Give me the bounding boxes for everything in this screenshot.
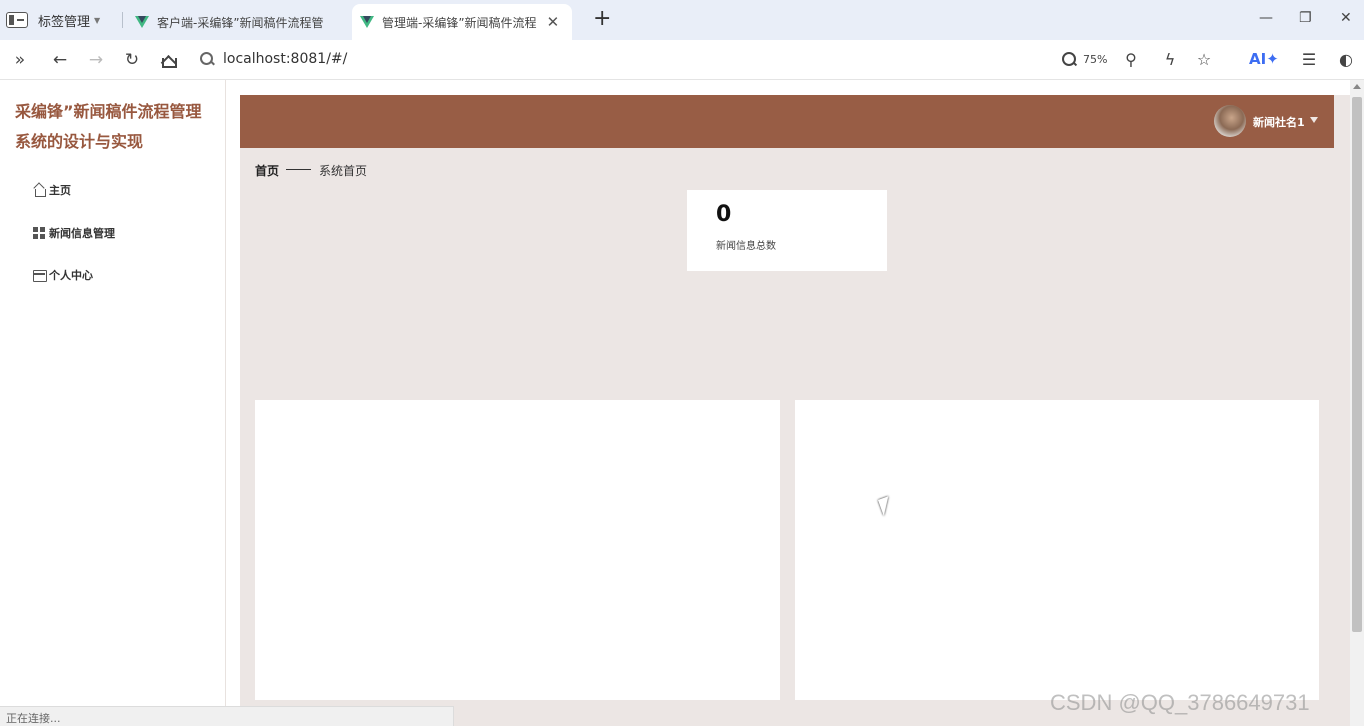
back-arrow-icon[interactable]: ← bbox=[50, 50, 70, 70]
extensions-icon[interactable]: ◐ bbox=[1336, 50, 1356, 69]
grid-icon bbox=[33, 227, 46, 239]
chart-panel-left bbox=[255, 400, 780, 700]
scrollbar-thumb[interactable] bbox=[1352, 97, 1362, 632]
sidebar: 采编锋”新闻稿件流程管理系统的设计与实现 主页 新闻信息管理 个人中心 bbox=[0, 80, 226, 726]
tab-title: 客户端-采编锋”新闻稿件流程管 bbox=[157, 15, 324, 30]
sidebar-item-label: 主页 bbox=[49, 184, 71, 197]
home-icon[interactable] bbox=[160, 52, 177, 68]
new-tab-button[interactable]: + bbox=[593, 8, 611, 30]
url-input[interactable]: localhost:8081/#/ bbox=[223, 51, 347, 67]
chart-panel-right bbox=[795, 400, 1319, 700]
tab-title: 管理端-采编锋”新闻稿件流程 bbox=[382, 15, 537, 30]
breadcrumb-current: 系统首页 bbox=[319, 164, 368, 178]
minimize-icon[interactable]: — bbox=[1259, 10, 1273, 26]
news-count-label: 新闻信息总数 bbox=[716, 241, 776, 252]
id-card-icon bbox=[33, 269, 47, 282]
tab-manager-button[interactable]: 标签管理 ▼ bbox=[6, 9, 100, 31]
avatar[interactable] bbox=[1214, 105, 1246, 137]
restore-icon[interactable]: ❐ bbox=[1299, 10, 1312, 26]
lightning-icon[interactable]: ϟ bbox=[1160, 50, 1180, 69]
sidebar-item-home[interactable]: 主页 bbox=[33, 182, 71, 198]
csdn-watermark: CSDN @QQ_3786649731 bbox=[1050, 690, 1310, 715]
breadcrumb-separator bbox=[286, 169, 311, 170]
forward-arrow-icon[interactable]: → bbox=[86, 50, 106, 70]
home-icon bbox=[33, 184, 46, 197]
key-icon[interactable]: ⚲ bbox=[1121, 50, 1141, 69]
sidebar-item-news-management[interactable]: 新闻信息管理 bbox=[33, 225, 115, 241]
tab-manager-icon bbox=[6, 12, 28, 28]
search-icon bbox=[200, 52, 214, 66]
chevron-down-icon: ▼ bbox=[94, 15, 101, 25]
main-content: 新闻社名1 首页 系统首页 0 新闻信息总数 bbox=[240, 95, 1350, 726]
vue-logo-icon bbox=[360, 16, 374, 28]
browser-tab-client[interactable]: 客户端-采编锋”新闻稿件流程管 bbox=[127, 4, 345, 40]
sidebar-item-label: 新闻信息管理 bbox=[49, 227, 115, 240]
news-count-value: 0 bbox=[716, 202, 732, 227]
ai-assistant-button[interactable]: AI✦ bbox=[1249, 50, 1279, 68]
username[interactable]: 新闻社名1 bbox=[1253, 114, 1305, 130]
top-header: 新闻社名1 bbox=[240, 95, 1334, 148]
browser-tab-bar: 标签管理 ▼ 客户端-采编锋”新闻稿件流程管 管理端-采编锋”新闻稿件流程 ✕ … bbox=[0, 0, 1364, 40]
tab-manager-label: 标签管理 bbox=[38, 14, 91, 30]
sidebar-item-label: 个人中心 bbox=[49, 269, 93, 282]
browser-status-bar: 正在连接... bbox=[0, 706, 454, 726]
sidebar-toggle-icon[interactable]: » bbox=[10, 50, 30, 70]
zoom-level: 75% bbox=[1083, 52, 1108, 66]
browser-tab-admin[interactable]: 管理端-采编锋”新闻稿件流程 ✕ bbox=[352, 4, 572, 40]
tab-separator bbox=[122, 12, 123, 28]
breadcrumb-home[interactable]: 首页 bbox=[255, 162, 279, 179]
sidebar-item-personal-center[interactable]: 个人中心 bbox=[33, 267, 93, 283]
caret-down-icon[interactable] bbox=[1310, 117, 1318, 123]
browser-address-bar: » ← → ↻ localhost:8081/#/ 75% ⚲ ϟ ☆ AI✦ … bbox=[0, 40, 1364, 80]
news-count-card: 0 新闻信息总数 bbox=[687, 190, 887, 271]
close-tab-icon[interactable]: ✕ bbox=[547, 13, 560, 31]
zoom-out-icon bbox=[1062, 52, 1076, 66]
close-window-icon[interactable]: ✕ bbox=[1340, 10, 1352, 26]
scroll-up-arrow-icon[interactable] bbox=[1353, 84, 1361, 89]
system-title: 采编锋”新闻稿件流程管理系统的设计与实现 bbox=[15, 102, 202, 151]
reload-icon[interactable]: ↻ bbox=[122, 50, 142, 70]
reading-list-icon[interactable]: ☰ bbox=[1299, 50, 1319, 69]
vue-logo-icon bbox=[135, 16, 149, 28]
zoom-indicator[interactable]: 75% bbox=[1062, 52, 1107, 66]
star-icon[interactable]: ☆ bbox=[1194, 50, 1214, 69]
